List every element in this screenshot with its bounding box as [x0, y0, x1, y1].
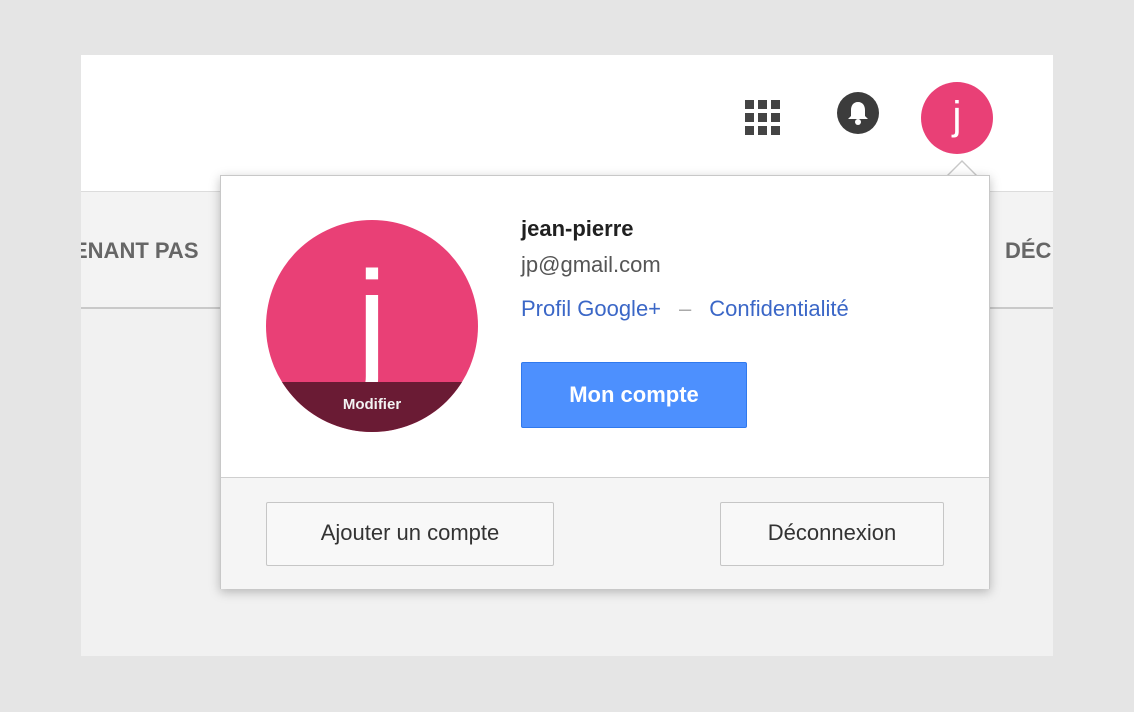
top-bar: j	[81, 55, 1053, 192]
apps-grid-icon[interactable]	[739, 94, 780, 135]
account-links: Profil Google+ – Confidentialité	[521, 296, 849, 322]
link-separator: –	[679, 296, 692, 321]
tab-partial-left[interactable]: ENANT PAS	[81, 238, 199, 264]
bell-icon[interactable]	[837, 92, 879, 134]
sign-out-button[interactable]: Déconnexion	[720, 502, 944, 566]
tab-partial-right[interactable]: DÉC	[1005, 238, 1051, 264]
account-avatar-button[interactable]: j	[921, 82, 993, 154]
modify-photo-label[interactable]: Modifier	[266, 382, 478, 432]
user-name: jean-pierre	[521, 216, 634, 241]
my-account-button[interactable]: Mon compte	[521, 362, 747, 428]
google-plus-profile-link[interactable]: Profil Google+	[521, 296, 661, 321]
privacy-link[interactable]: Confidentialité	[709, 296, 848, 321]
profile-avatar[interactable]: j Modifier	[266, 220, 478, 432]
popup-footer: Ajouter un compte Déconnexion	[221, 477, 989, 589]
profile-avatar-letter: j	[356, 242, 388, 399]
user-email: jp@gmail.com	[521, 252, 661, 277]
account-popup: j Modifier jean-pierre jp@gmail.com Prof…	[220, 175, 990, 589]
add-account-button[interactable]: Ajouter un compte	[266, 502, 554, 566]
